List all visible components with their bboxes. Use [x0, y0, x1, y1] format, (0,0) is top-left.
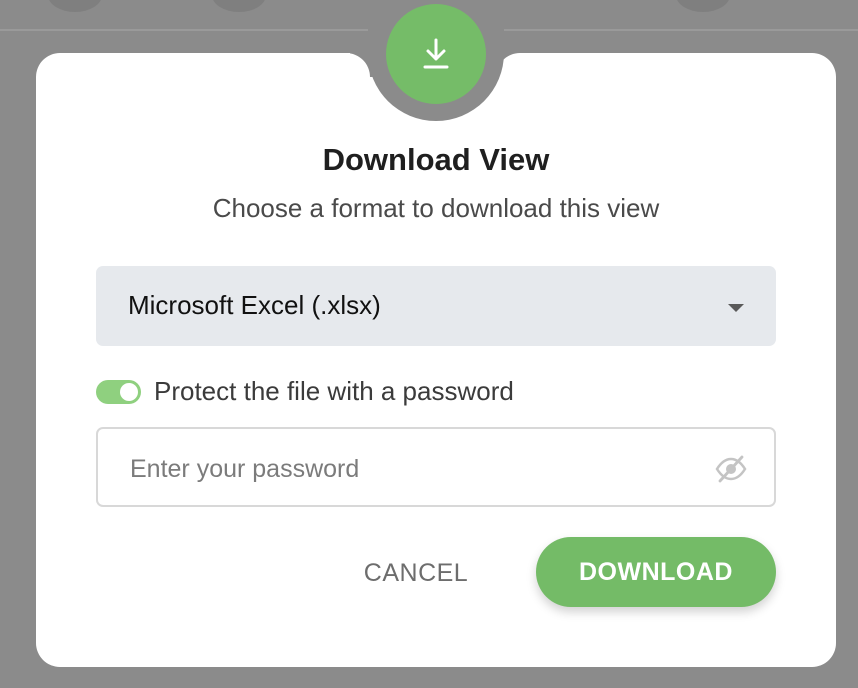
- dialog-title: Download View: [322, 142, 550, 177]
- cancel-button[interactable]: CANCEL: [346, 552, 486, 594]
- format-selected-value: Microsoft Excel (.xlsx): [128, 290, 381, 320]
- download-icon: [386, 4, 486, 104]
- toggle-knob: [120, 383, 138, 401]
- password-input[interactable]: [128, 451, 692, 487]
- download-icon-glyph: [423, 38, 449, 69]
- background-element: [212, 0, 266, 12]
- download-button[interactable]: DOWNLOAD: [536, 537, 776, 607]
- background-element: [48, 0, 102, 12]
- dialog-subtitle: Choose a format to download this view: [212, 193, 660, 223]
- chevron-down-icon: [728, 304, 744, 312]
- password-field: [96, 427, 776, 507]
- background-element: [676, 0, 730, 12]
- format-select[interactable]: Microsoft Excel (.xlsx): [96, 266, 776, 346]
- password-protection-label: Protect the file with a password: [154, 376, 514, 406]
- password-protection-toggle[interactable]: [96, 380, 141, 404]
- eye-off-icon[interactable]: [714, 454, 748, 484]
